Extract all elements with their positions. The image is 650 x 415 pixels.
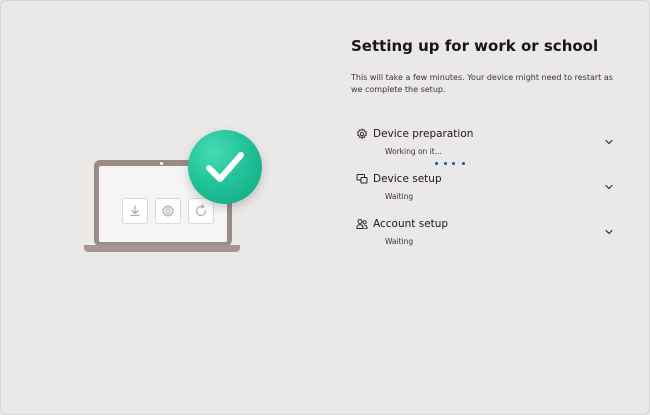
laptop-base <box>84 245 240 252</box>
step-title: Device setup <box>373 173 442 185</box>
download-icon <box>122 198 148 224</box>
laptop-camera <box>160 162 163 165</box>
chevron-down-icon[interactable] <box>604 228 614 236</box>
progress-dot <box>452 162 455 165</box>
restart-icon <box>188 198 214 224</box>
checkmark-badge <box>188 130 262 204</box>
step-title: Device preparation <box>373 128 474 140</box>
gear-icon <box>356 128 368 140</box>
step-device-setup[interactable]: Device setup Waiting <box>354 173 618 207</box>
chevron-down-icon[interactable] <box>604 183 614 191</box>
step-status: Waiting <box>385 237 414 246</box>
step-status: Waiting <box>385 192 414 201</box>
people-icon <box>356 218 368 230</box>
progress-dot <box>462 162 465 165</box>
step-status: Working on it... <box>385 147 442 156</box>
page-title: Setting up for work or school <box>351 37 599 55</box>
step-device-preparation[interactable]: Device preparation Working on it... <box>354 128 618 162</box>
page-subtitle: This will take a few minutes. Your devic… <box>351 73 613 94</box>
progress-dot <box>444 162 447 165</box>
progress-dot <box>435 162 438 165</box>
progress-indicator <box>435 161 467 167</box>
chevron-down-icon[interactable] <box>604 138 614 146</box>
gear-icon <box>155 198 181 224</box>
checkmark-icon <box>206 152 244 182</box>
step-title: Account setup <box>373 218 449 230</box>
setup-illustration <box>82 130 264 255</box>
devices-icon <box>356 173 368 185</box>
step-account-setup[interactable]: Account setup Waiting <box>354 218 618 252</box>
